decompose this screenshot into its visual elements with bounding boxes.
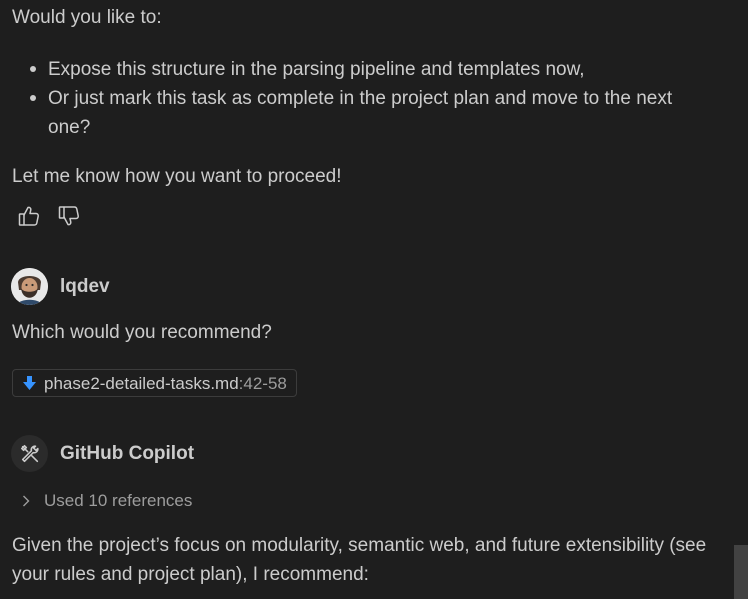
assistant-name: GitHub Copilot: [60, 443, 195, 464]
thumbs-up-icon: [18, 206, 39, 226]
tools-icon: [20, 444, 39, 462]
chip-label: phase2-detailed-tasks.md:42-58: [44, 369, 287, 398]
thumbs-up-button[interactable]: [16, 203, 42, 229]
user-message-header: lqdev: [11, 268, 110, 305]
references-label: Used 10 references: [44, 491, 193, 510]
username: lqdev: [60, 276, 110, 297]
assistant-header: GitHub Copilot: [11, 435, 194, 472]
assistant-response-line-1: Given the project’s focus on modularity,…: [12, 535, 707, 556]
list-item: Expose this structure in the parsing pip…: [12, 55, 712, 84]
scrollbar-thumb[interactable]: [734, 545, 748, 599]
option-text: Expose this structure in the parsing pip…: [48, 59, 585, 80]
list-item: Or just mark this task as complete in th…: [12, 84, 712, 142]
options-list: Expose this structure in the parsing pip…: [12, 55, 712, 142]
copilot-avatar: [11, 435, 48, 472]
line-range: :42-58: [238, 373, 287, 393]
chevron-right-icon: [23, 495, 30, 506]
file-name: phase2-detailed-tasks.md: [44, 373, 239, 393]
thumbs-down-button[interactable]: [56, 203, 82, 229]
user-message-text: Which would you recommend?: [12, 322, 272, 343]
bullet-dot: [30, 95, 36, 101]
option-text: Or just mark this task as complete in th…: [48, 88, 673, 138]
bullet-dot: [30, 66, 36, 72]
response-intro: Would you like to:: [12, 7, 162, 28]
user-avatar-icon: [11, 268, 48, 305]
avatar: [11, 268, 48, 305]
file-reference-chip[interactable]: phase2-detailed-tasks.md:42-58: [12, 369, 297, 397]
arrow-down-icon: [23, 376, 36, 390]
thumbs-down-icon: [58, 206, 79, 226]
feedback-bar: [16, 203, 82, 229]
references-toggle[interactable]: Used 10 references: [22, 486, 192, 515]
assistant-response-line-2: your rules and project plan), I recommen…: [12, 564, 369, 585]
response-closing: Let me know how you want to proceed!: [12, 166, 342, 187]
